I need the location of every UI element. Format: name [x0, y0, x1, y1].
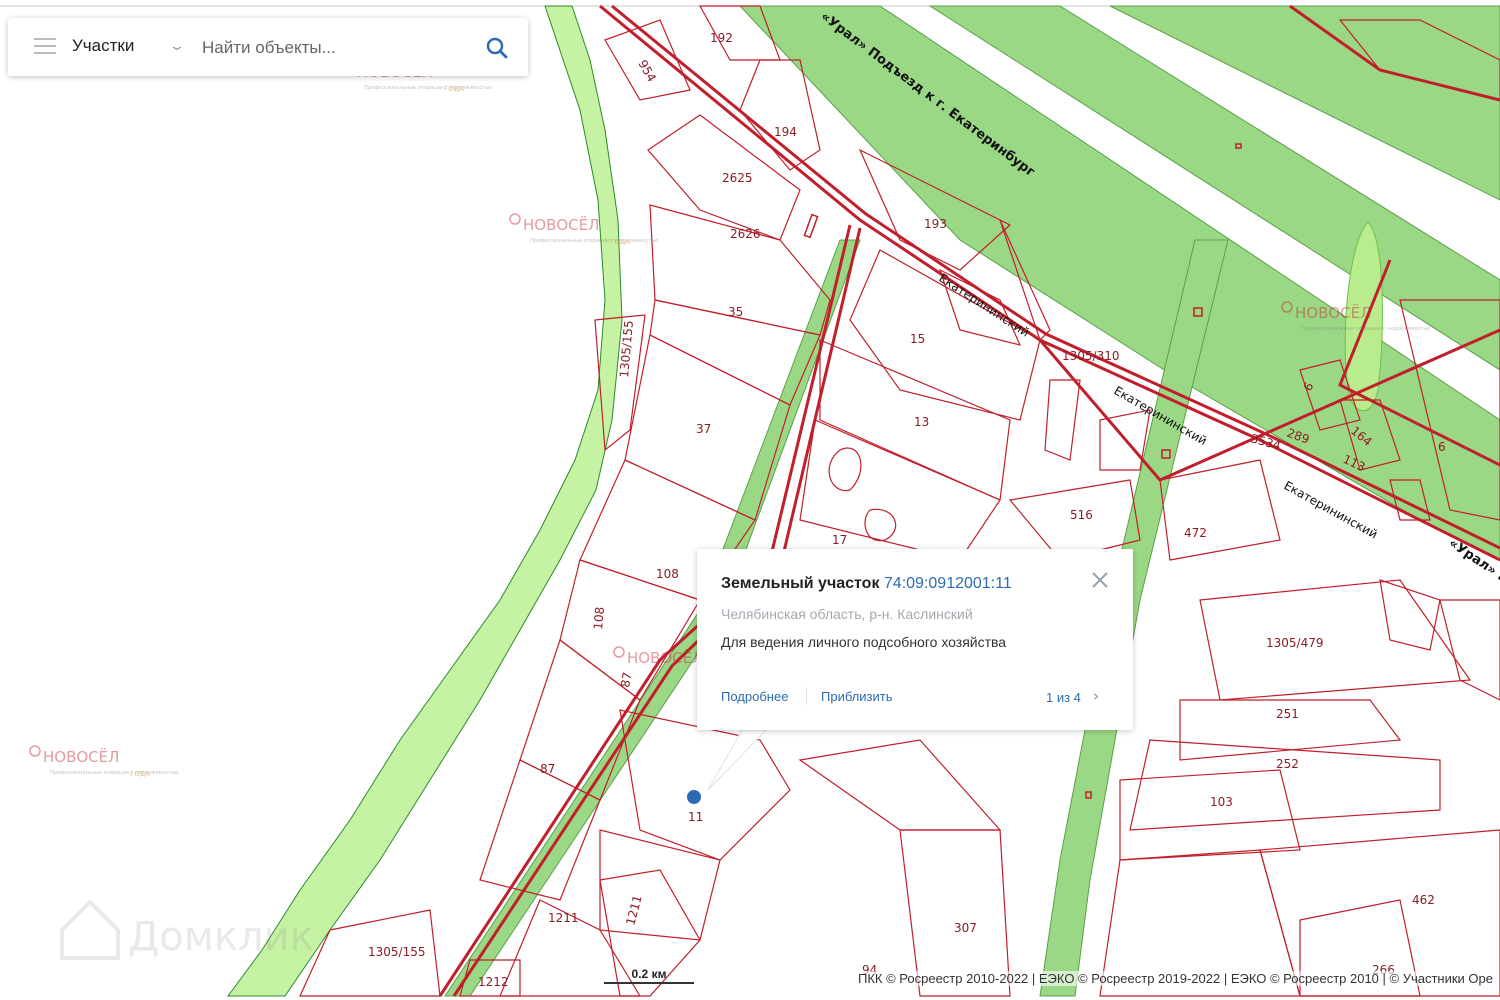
parcel-number: 6 — [1438, 440, 1446, 454]
parcel-number: 108 — [656, 567, 679, 581]
result-pager: 1 из 4 — [1046, 690, 1081, 705]
parcel-number: 103 — [1210, 795, 1233, 809]
parcel-number: 1305/310 — [1062, 349, 1120, 363]
search-input[interactable] — [200, 32, 474, 64]
selected-parcel-marker[interactable] — [687, 790, 701, 804]
parcel-number: 192 — [710, 31, 733, 45]
parcel-number: 251 — [1276, 707, 1299, 721]
road-label: Екатерининский — [936, 271, 1032, 340]
parcel-number: 954 — [635, 58, 659, 85]
parcel-number: 87 — [618, 671, 634, 688]
map-attribution: ПКК © Росреестр 2010-2022 | ЕЭКО © Росре… — [856, 971, 1495, 986]
hamburger-menu-icon[interactable] — [34, 38, 56, 56]
parcel-number: 13 — [914, 415, 929, 429]
svg-text:НОВОСЁЛ: НОВОСЁЛ — [1295, 303, 1371, 322]
layer-select[interactable]: Участки — [72, 36, 134, 56]
popup-object-type: Земельный участок — [721, 575, 880, 592]
svg-text:ГОДА: ГОДА — [444, 85, 464, 93]
map-scale: 0.2 км — [604, 967, 694, 984]
cadastral-number[interactable]: 74:09:0912001:11 — [884, 575, 1012, 592]
parcel-number: 1305/479 — [1266, 636, 1324, 650]
parcel-number: 307 — [954, 921, 977, 935]
popup-title: Земельный участок 74:09:0912001:11 — [721, 575, 1012, 593]
parcel-number: 252 — [1276, 757, 1299, 771]
parcel-number: 472 — [1184, 526, 1207, 540]
chevron-down-icon[interactable]: ⌄ — [168, 38, 186, 54]
cadastral-map[interactable]: «Урал» Подъезд к г. Екатеринбург Екатери… — [0, 0, 1500, 1000]
parcel-purpose: Для ведения личного подсобного хозяйства — [721, 634, 1007, 650]
parcel-number: 108 — [591, 606, 607, 630]
search-icon[interactable] — [484, 35, 510, 61]
parcel-number: 37 — [696, 422, 711, 436]
parcel-number: 194 — [774, 125, 797, 139]
parcel-number: 87 — [540, 762, 555, 776]
svg-text:НОВОСЁЛ: НОВОСЁЛ — [43, 747, 119, 766]
popup-pointer — [707, 729, 768, 791]
parcel-number: 1305/155 — [368, 945, 426, 959]
parcel-number: 15 — [910, 332, 925, 346]
link-divider — [806, 687, 807, 705]
search-panel: Участки ⌄ — [8, 18, 528, 76]
svg-text:Профессиональные операции с не: Профессиональные операции с недвижимость… — [50, 770, 178, 776]
parcel-number: 462 — [1412, 893, 1435, 907]
chevron-right-icon[interactable]: › — [1093, 687, 1099, 705]
parcel-number: 516 — [1070, 508, 1093, 522]
zoom-in-link[interactable]: Приблизить — [821, 689, 893, 704]
parcel-number: 193 — [924, 217, 947, 231]
svg-text:Профессиональные операции с не: Профессиональные операции с недвижимость… — [1302, 326, 1430, 332]
parcel-number: 1212 — [478, 975, 509, 989]
svg-text:Профессиональные операции с не: Профессиональные операции с недвижимость… — [530, 238, 658, 244]
parcel-number: 2626 — [730, 227, 761, 241]
parcel-number: 17 — [832, 533, 847, 547]
svg-text:Домклик: Домклик — [128, 914, 314, 960]
parcel-number: 2625 — [722, 171, 753, 185]
more-details-link[interactable]: Подробнее — [721, 689, 788, 704]
close-icon[interactable] — [1091, 571, 1109, 589]
svg-text:ГОДА: ГОДА — [130, 770, 150, 778]
svg-text:ГОДА: ГОДА — [610, 238, 630, 246]
parcel-number: 1211 — [623, 894, 644, 927]
scale-label: 0.2 км — [631, 967, 667, 981]
parcel-number: 1211 — [548, 911, 579, 925]
parcel-number: 11 — [688, 810, 703, 824]
scale-bar — [604, 982, 694, 984]
parcel-address: Челябинская область, р-н. Каслинский — [721, 606, 973, 622]
domclick-watermark: Домклик — [60, 899, 314, 960]
svg-text:Профессиональные операции с не: Профессиональные операции с недвижимость… — [364, 85, 492, 91]
svg-text:НОВОСЁЛ: НОВОСЁЛ — [523, 215, 599, 234]
parcel-info-popup: Земельный участок 74:09:0912001:11 Челяб… — [697, 549, 1133, 730]
svg-text:НОВОСЁЛ: НОВОСЁЛ — [627, 648, 703, 667]
parcel-number: 35 — [728, 305, 743, 319]
